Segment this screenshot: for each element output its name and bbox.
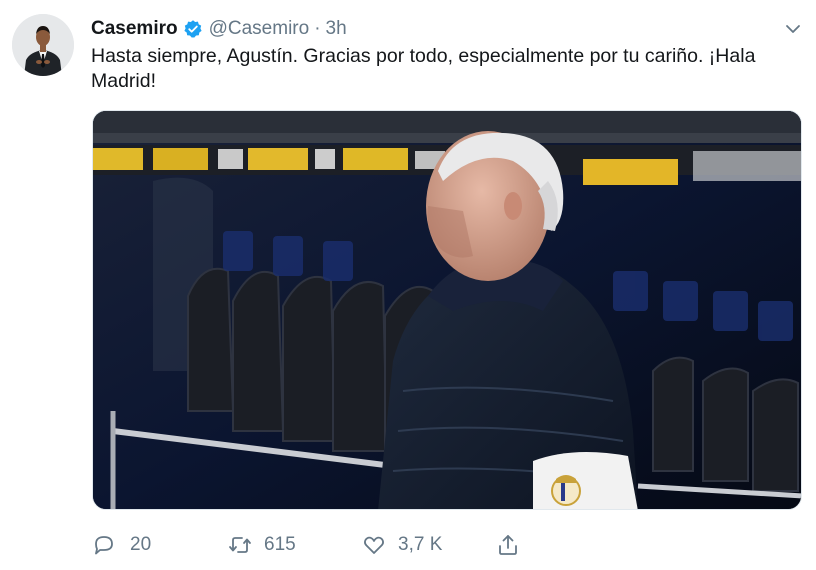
stadium-photo [93, 111, 801, 509]
retweet-button[interactable]: 615 [228, 530, 296, 560]
like-count: 3,7 K [398, 534, 443, 555]
avatar-image [12, 14, 74, 76]
separator-dot: · [314, 18, 321, 39]
share-icon [496, 533, 520, 557]
author-name[interactable]: Casemiro [91, 18, 178, 40]
verified-badge-icon [183, 19, 203, 39]
tweet-text: Hasta siempre, Agustín. Gracias por todo… [91, 45, 756, 92]
avatar[interactable] [12, 14, 74, 76]
chevron-down-icon[interactable] [784, 20, 802, 38]
tweet-action-bar: 20 615 3,7 K [92, 530, 532, 560]
heart-icon [362, 533, 386, 557]
share-button[interactable] [496, 530, 520, 560]
tweet-header: Casemiro @Casemiro · 3h [91, 16, 776, 42]
reply-count: 20 [130, 534, 152, 555]
author-handle[interactable]: @Casemiro [209, 18, 310, 40]
reply-icon [92, 533, 116, 557]
tweet-timestamp[interactable]: 3h [326, 18, 347, 40]
tweet-photo[interactable] [92, 110, 802, 510]
retweet-icon [228, 533, 252, 557]
reply-button[interactable]: 20 [92, 530, 151, 560]
retweet-count: 615 [264, 534, 296, 555]
like-button[interactable]: 3,7 K [362, 530, 442, 560]
